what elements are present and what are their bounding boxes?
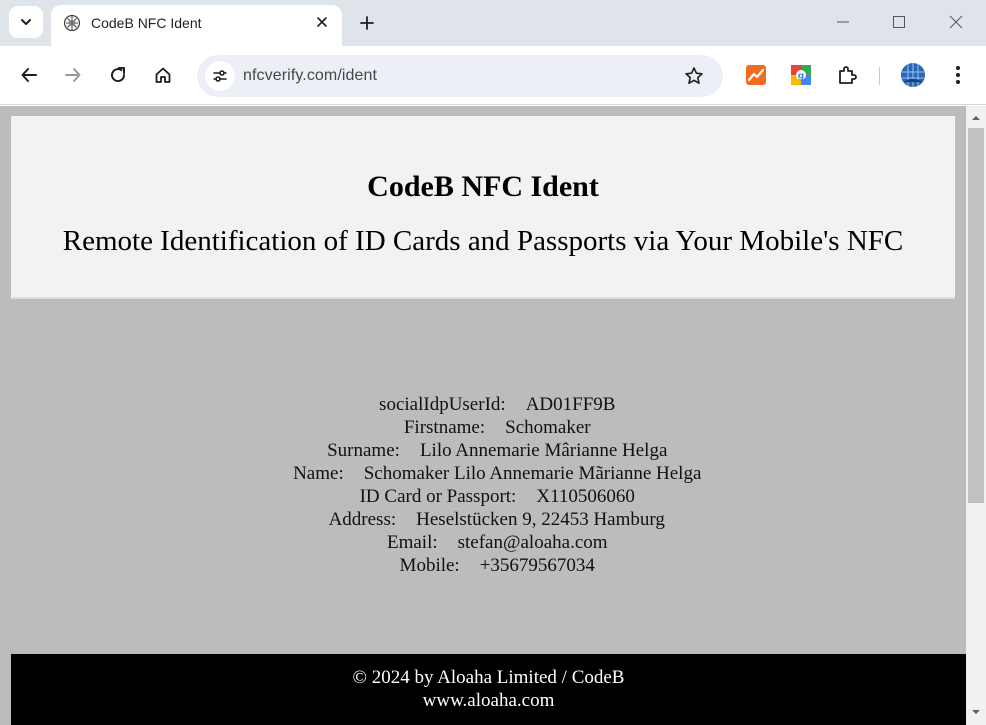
scroll-down-arrow-icon: [972, 710, 980, 714]
tab-close-button[interactable]: [311, 11, 333, 33]
home-button[interactable]: [148, 60, 178, 90]
maximize-button[interactable]: [879, 4, 919, 40]
forward-icon: [65, 68, 81, 82]
svg-text:g: g: [798, 72, 804, 82]
google-extension-button[interactable]: g: [788, 62, 814, 88]
site-info-button[interactable]: [205, 61, 235, 91]
toolbar-separator: [879, 67, 880, 85]
window-close-button[interactable]: [936, 4, 976, 40]
tab-title: CodeB NFC Ident: [91, 15, 202, 31]
profile-icon: [901, 63, 925, 87]
more-menu-icon: [956, 66, 960, 84]
url-text[interactable]: nfcverify.com/ident: [243, 67, 377, 85]
detail-label: Name:: [293, 463, 344, 484]
tab-strip: CodeB NFC Ident: [0, 0, 986, 46]
more-menu-button[interactable]: [945, 62, 971, 88]
detail-label: Surname:: [327, 440, 400, 461]
reload-button[interactable]: [103, 60, 133, 90]
detail-value: Schomaker: [505, 417, 591, 438]
detail-value: Lilo Annemarie Mârianne Helga: [419, 440, 668, 461]
bookmark-button[interactable]: [679, 61, 709, 91]
detail-value: Heselstücken 9, 22453 Hamburg: [416, 509, 665, 530]
back-button[interactable]: [14, 60, 44, 90]
detail-value: X110506060: [536, 486, 635, 507]
favicon-icon: [63, 14, 81, 32]
page-header: CodeB NFC Ident Remote Identification of…: [11, 116, 955, 299]
detail-label: Email:: [386, 532, 438, 553]
detail-label: Mobile:: [399, 555, 460, 576]
minimize-button[interactable]: [823, 4, 863, 40]
page-subtitle: Remote Identification of ID Cards and Pa…: [62, 225, 904, 257]
detail-value: Schomaker Lilo Annemarie Mãrianne Helga: [363, 463, 702, 484]
extensions-button[interactable]: [834, 62, 860, 88]
detail-label: Firstname:: [403, 417, 486, 438]
detail-label: socialIdpUserId:: [379, 394, 506, 415]
footer-copyright: © 2024 by Aloaha Limited / CodeB: [352, 667, 625, 688]
analytics-extension-icon: [746, 65, 766, 85]
profile-button[interactable]: [900, 62, 926, 88]
home-icon: [155, 67, 171, 83]
footer-website-link[interactable]: www.aloaha.com: [11, 690, 966, 712]
vertical-scrollbar[interactable]: [966, 106, 986, 725]
page-title: CodeB NFC Ident: [367, 170, 599, 203]
scroll-up-arrow-icon: [972, 116, 980, 120]
browser-toolbar: nfcverify.com/ident g: [0, 46, 986, 105]
detail-value: stefan@aloaha.com: [457, 532, 608, 553]
star-icon: [685, 67, 703, 84]
page-footer: © 2024 by Aloaha Limited / CodeB www.alo…: [11, 654, 966, 725]
plus-icon: [360, 16, 374, 30]
analytics-extension-button[interactable]: [743, 62, 769, 88]
active-tab[interactable]: CodeB NFC Ident: [51, 5, 342, 46]
chevron-down-icon: [21, 19, 31, 25]
detail-label: ID Card or Passport:: [359, 486, 517, 507]
identity-details: socialIdpUserId: AD01FF9B Firstname: Schom…: [0, 370, 966, 576]
extensions-puzzle-icon: [839, 66, 857, 84]
window-close-icon: [949, 15, 963, 29]
page-viewport: CodeB NFC Ident Remote Identification of…: [0, 106, 986, 725]
tab-search-button[interactable]: [9, 6, 43, 38]
google-extension-icon: g: [791, 65, 811, 85]
detail-value: +35679567034: [479, 555, 595, 576]
close-icon: [317, 17, 327, 27]
maximize-icon: [893, 16, 905, 28]
forward-button[interactable]: [58, 60, 88, 90]
detail-value: AD01FF9B: [525, 394, 616, 415]
detail-label: Address:: [328, 509, 397, 530]
new-tab-button[interactable]: [352, 8, 382, 38]
address-bar[interactable]: nfcverify.com/ident: [197, 55, 723, 97]
scrollbar-thumb[interactable]: [968, 128, 984, 503]
minimize-icon: [837, 21, 849, 23]
site-info-icon: [213, 70, 227, 82]
detail-row-user-id: socialIdpUserId: AD01FF9B: [0, 370, 966, 415]
reload-icon: [111, 67, 126, 83]
scroll-down-button[interactable]: [966, 706, 986, 718]
back-icon: [21, 68, 37, 82]
scroll-up-button[interactable]: [966, 112, 986, 124]
